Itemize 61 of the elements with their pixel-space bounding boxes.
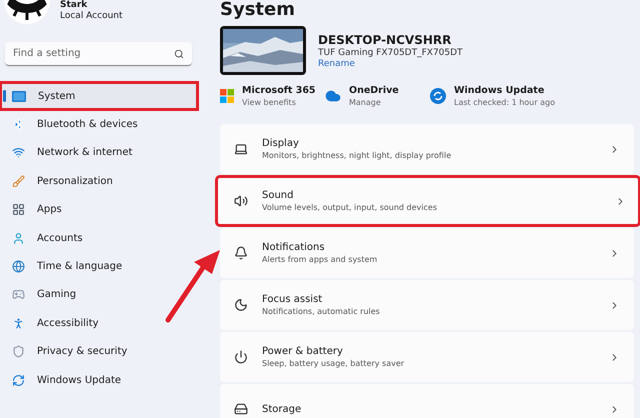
- page-title: System: [220, 0, 296, 20]
- shield-icon: [12, 345, 25, 358]
- search-field[interactable]: Find a setting: [5, 42, 192, 66]
- settings-row[interactable]: Power & battery Sleep, battery usage, battery saver: [220, 332, 634, 382]
- user-name: Stark: [60, 0, 88, 10]
- setting-title: Focus assist: [262, 294, 324, 305]
- device-model: TUF Gaming FX705DT_FX705DT: [318, 48, 463, 58]
- laptop-icon: [234, 142, 248, 156]
- settings-row[interactable]: Notifications Alerts from apps and system: [220, 228, 634, 278]
- nav-item[interactable]: Personalization: [0, 167, 192, 196]
- brush-icon: [12, 174, 25, 188]
- quick-link-title[interactable]: Windows Update: [454, 85, 555, 96]
- nav-item[interactable]: Windows Update: [0, 366, 192, 394]
- setting-title: Storage: [262, 404, 302, 414]
- setting-title: Notifications: [262, 242, 326, 253]
- setting-title: Power & battery: [262, 346, 344, 357]
- setting-description: Sleep, battery usage, battery saver: [262, 359, 406, 368]
- settings-row[interactable]: Sound Volume levels, output, input, sound devices: [216, 176, 640, 226]
- settings-row[interactable]: Focus assist Notifications, automatic rules: [220, 280, 634, 330]
- globe-icon: [12, 260, 25, 274]
- setting-title: Sound: [262, 190, 294, 201]
- refresh-icon: [430, 88, 446, 104]
- account-type: Local Account: [60, 10, 123, 22]
- gamepad-icon: [12, 288, 25, 302]
- nav-item[interactable]: Gaming: [0, 280, 192, 310]
- moon-icon: [234, 298, 248, 312]
- device-name: DESKTOP-NCVSHRR: [318, 32, 452, 46]
- setting-title: Display: [262, 138, 300, 149]
- setting-description: Notifications, automatic rules: [262, 307, 381, 316]
- rename-link[interactable]: Rename: [318, 58, 463, 68]
- apps-icon: [12, 203, 25, 216]
- setting-description: Volume levels, output, input, sound devices: [262, 203, 438, 212]
- nav-item[interactable]: Accessibility: [0, 309, 192, 338]
- nav-item[interactable]: Network & internet: [0, 138, 192, 168]
- nav-item[interactable]: System: [0, 82, 198, 110]
- bluetooth-icon: [12, 118, 25, 132]
- speaker-icon: [234, 194, 248, 208]
- windows-logo-icon: [220, 89, 234, 103]
- cloud-icon: [325, 88, 341, 104]
- setting-description: Monitors, brightness, night light, display profile: [262, 151, 452, 160]
- quick-link-subtitle: Last checked: 1 hour ago: [454, 98, 555, 107]
- quick-link-subtitle: Manage: [349, 98, 382, 107]
- quick-link-subtitle: View benefits: [242, 98, 297, 107]
- nav-item[interactable]: Bluetooth & devices: [0, 110, 192, 139]
- display-icon: [12, 90, 26, 102]
- settings-row[interactable]: Display Monitors, brightness, night light, display profile: [220, 124, 634, 174]
- bell-icon: [234, 246, 248, 260]
- nav-item[interactable]: Accounts: [0, 224, 192, 252]
- quick-link-title[interactable]: Microsoft 365: [242, 85, 316, 96]
- settings-row[interactable]: Storage: [220, 384, 634, 418]
- search-icon: [174, 49, 184, 59]
- nav-item[interactable]: Privacy & security: [0, 338, 192, 366]
- quick-link-title[interactable]: OneDrive: [349, 85, 399, 96]
- setting-description: Alerts from apps and system: [262, 255, 378, 264]
- nav-item[interactable]: Apps: [0, 196, 192, 224]
- nav-item[interactable]: Time & language: [0, 252, 192, 281]
- person-icon: [12, 232, 25, 245]
- drive-icon: [234, 402, 248, 416]
- refresh-icon: [12, 374, 25, 387]
- power-icon: [234, 350, 248, 364]
- accessibility-icon: [12, 316, 25, 330]
